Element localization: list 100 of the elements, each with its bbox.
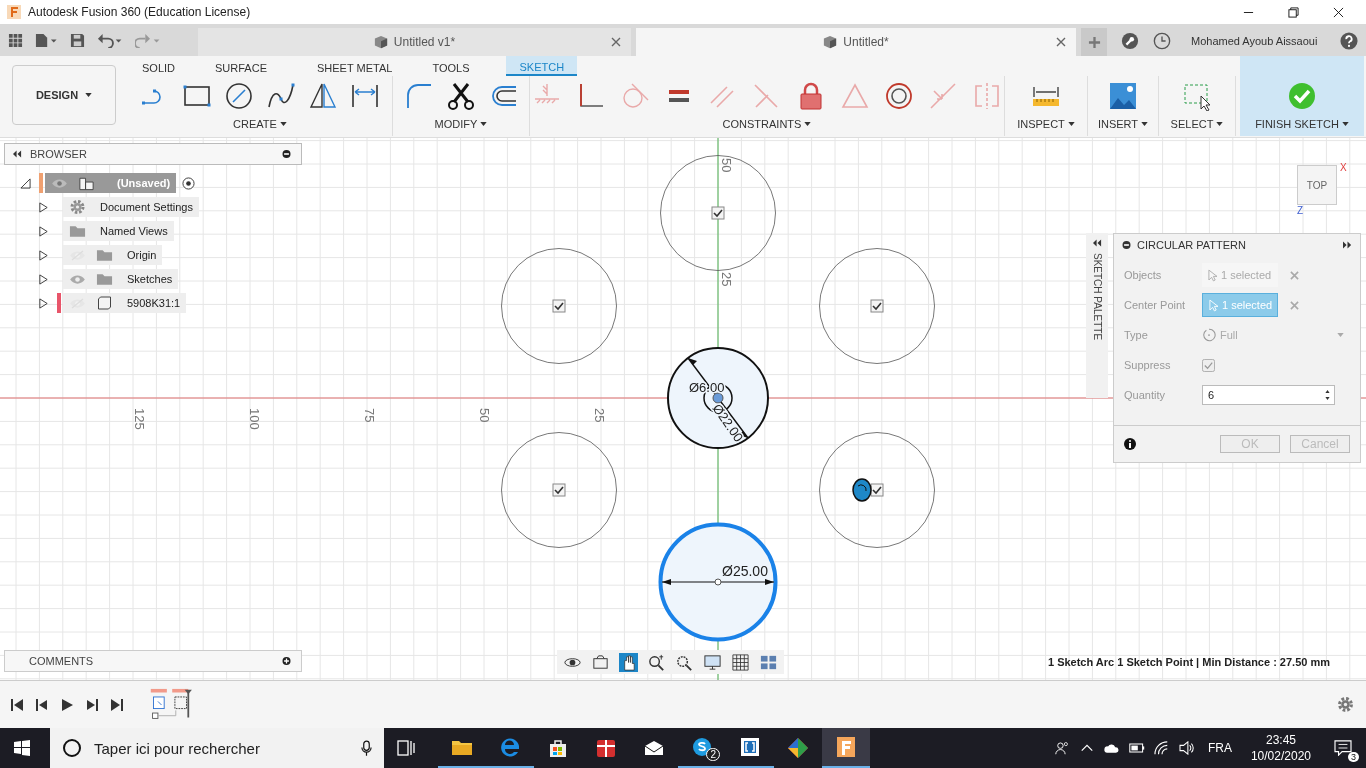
speaker-icon[interactable] <box>1178 741 1195 755</box>
next-icon[interactable] <box>85 697 99 712</box>
people-icon[interactable] <box>1053 741 1070 755</box>
expand-icon[interactable] <box>1343 241 1352 249</box>
collapse-icon[interactable] <box>13 150 22 158</box>
grid-icon[interactable] <box>731 652 750 672</box>
sketch-palette-tab[interactable]: SKETCH PALETTE <box>1086 233 1108 398</box>
view-cube[interactable]: TOP <box>1297 165 1337 205</box>
info-icon[interactable] <box>1124 438 1136 450</box>
monitor-icon[interactable] <box>703 652 722 672</box>
radio-icon[interactable] <box>182 176 196 190</box>
group-dropdown[interactable]: CONSTRAINTS <box>718 116 816 132</box>
quantity-spinner[interactable]: 6 <box>1202 385 1335 405</box>
clock-time[interactable]: 23:45 <box>1265 732 1296 748</box>
clock-icon[interactable] <box>1153 32 1171 50</box>
mirror-icon[interactable] <box>308 81 338 111</box>
center-point[interactable] <box>714 578 722 586</box>
expand-triangle-icon[interactable] <box>38 225 49 237</box>
help-icon[interactable] <box>1340 32 1358 50</box>
settings-icon[interactable] <box>1337 696 1354 713</box>
zoom-icon[interactable] <box>647 652 666 672</box>
task-view-icon[interactable] <box>396 738 416 758</box>
toolbar-tab[interactable]: SOLID <box>142 56 175 76</box>
minus-circle-icon[interactable] <box>1122 241 1131 249</box>
expand-triangle-icon[interactable] <box>38 297 49 309</box>
undo-icon[interactable] <box>96 32 123 48</box>
checkbox[interactable] <box>552 483 566 497</box>
previous-icon[interactable] <box>35 697 49 712</box>
checkbox[interactable] <box>1202 358 1215 372</box>
wifi-icon[interactable] <box>1153 741 1170 755</box>
clock-date[interactable]: 10/02/2020 <box>1250 748 1311 764</box>
center-point[interactable] <box>712 392 724 404</box>
last-frame-icon[interactable] <box>110 697 124 712</box>
plus-circle-icon[interactable] <box>282 657 291 665</box>
checkbox[interactable] <box>870 299 884 313</box>
wrench-icon[interactable] <box>1121 32 1139 50</box>
new-tab-button[interactable] <box>1081 28 1107 56</box>
checkbox[interactable] <box>870 483 884 497</box>
taskbar-app[interactable] <box>822 728 870 768</box>
taskbar-app[interactable]: 2 <box>678 728 726 768</box>
circle-icon[interactable] <box>224 81 254 111</box>
group-dropdown[interactable]: INSERT <box>1093 116 1153 132</box>
first-frame-icon[interactable] <box>10 697 24 712</box>
spinner-arrows-icon[interactable] <box>1324 387 1331 403</box>
cloud-icon[interactable] <box>1103 741 1120 755</box>
restore-icon[interactable] <box>1288 6 1299 18</box>
toolbar-tab[interactable]: SURFACE <box>215 56 267 76</box>
selection-box-icon[interactable] <box>1182 81 1212 111</box>
hand-icon[interactable] <box>619 652 638 672</box>
expand-triangle-icon[interactable] <box>38 201 49 213</box>
toolbar-tab[interactable]: SHEET METAL <box>317 56 393 76</box>
user-name[interactable]: Mohamed Ayoub Aissaoui <box>1191 35 1318 47</box>
tree-item[interactable]: 5908K31:1 <box>63 293 187 313</box>
scissors-icon[interactable] <box>446 81 476 111</box>
group-dropdown[interactable]: MODIFY <box>430 116 492 132</box>
fillet-icon[interactable] <box>404 81 434 111</box>
group-dropdown[interactable]: CREATE <box>229 116 291 132</box>
search-box[interactable]: Taper ici pour rechercher <box>50 728 384 768</box>
caret-icon <box>804 122 812 126</box>
collapse-icon[interactable] <box>1092 239 1102 247</box>
save-icon[interactable] <box>69 32 85 48</box>
document-tab[interactable]: Untitled* <box>636 28 1076 56</box>
workspace-dropdown[interactable]: DESIGN <box>12 65 116 125</box>
tree-item[interactable]: Named Views <box>63 221 174 241</box>
plus-icon <box>1087 35 1101 49</box>
checkbox[interactable] <box>552 299 566 313</box>
axis-letter: X <box>1340 162 1347 173</box>
document-tab[interactable]: Untitled v1* <box>198 28 631 56</box>
expand-triangle-icon[interactable] <box>38 249 49 261</box>
selected-circle[interactable] <box>658 522 778 642</box>
caret-icon <box>1216 122 1224 126</box>
concentric-icon[interactable] <box>884 81 914 111</box>
expand-triangle-icon[interactable] <box>20 177 31 189</box>
expand-triangle-icon[interactable] <box>38 273 49 285</box>
tree-item[interactable]: Document Settings <box>63 197 199 217</box>
language-indicator[interactable]: FRA <box>1207 741 1232 755</box>
cursor-icon <box>1208 268 1217 282</box>
group-dropdown[interactable]: SELECT <box>1166 116 1228 132</box>
play-icon[interactable] <box>60 697 74 712</box>
minus-circle-icon[interactable] <box>282 150 291 158</box>
group-dropdown[interactable]: INSPECT <box>1013 116 1079 132</box>
axis-label: 125 <box>132 408 147 430</box>
image-icon[interactable] <box>1108 81 1138 111</box>
camera-icon[interactable] <box>591 652 610 672</box>
checkbox[interactable] <box>711 206 725 220</box>
apps-grid-icon[interactable] <box>8 32 23 48</box>
microphone-icon[interactable] <box>361 739 372 757</box>
search-field[interactable]: Taper ici pour rechercher <box>92 738 351 758</box>
notification-button[interactable]: 3 <box>1330 734 1356 762</box>
check-circle-icon[interactable] <box>1287 81 1317 111</box>
toolbar-tab[interactable]: TOOLS <box>432 56 470 76</box>
tree-item[interactable]: Origin <box>63 245 163 265</box>
battery-icon[interactable] <box>1128 741 1145 755</box>
circle-icon[interactable] <box>62 738 82 758</box>
tree-item[interactable]: Sketches <box>63 269 179 289</box>
file-icon[interactable] <box>35 32 58 48</box>
bracket-icon <box>738 735 762 759</box>
group-dropdown[interactable]: FINISH SKETCH <box>1251 116 1353 132</box>
windows-logo-icon[interactable] <box>14 740 30 756</box>
close-icon[interactable] <box>1333 6 1344 18</box>
